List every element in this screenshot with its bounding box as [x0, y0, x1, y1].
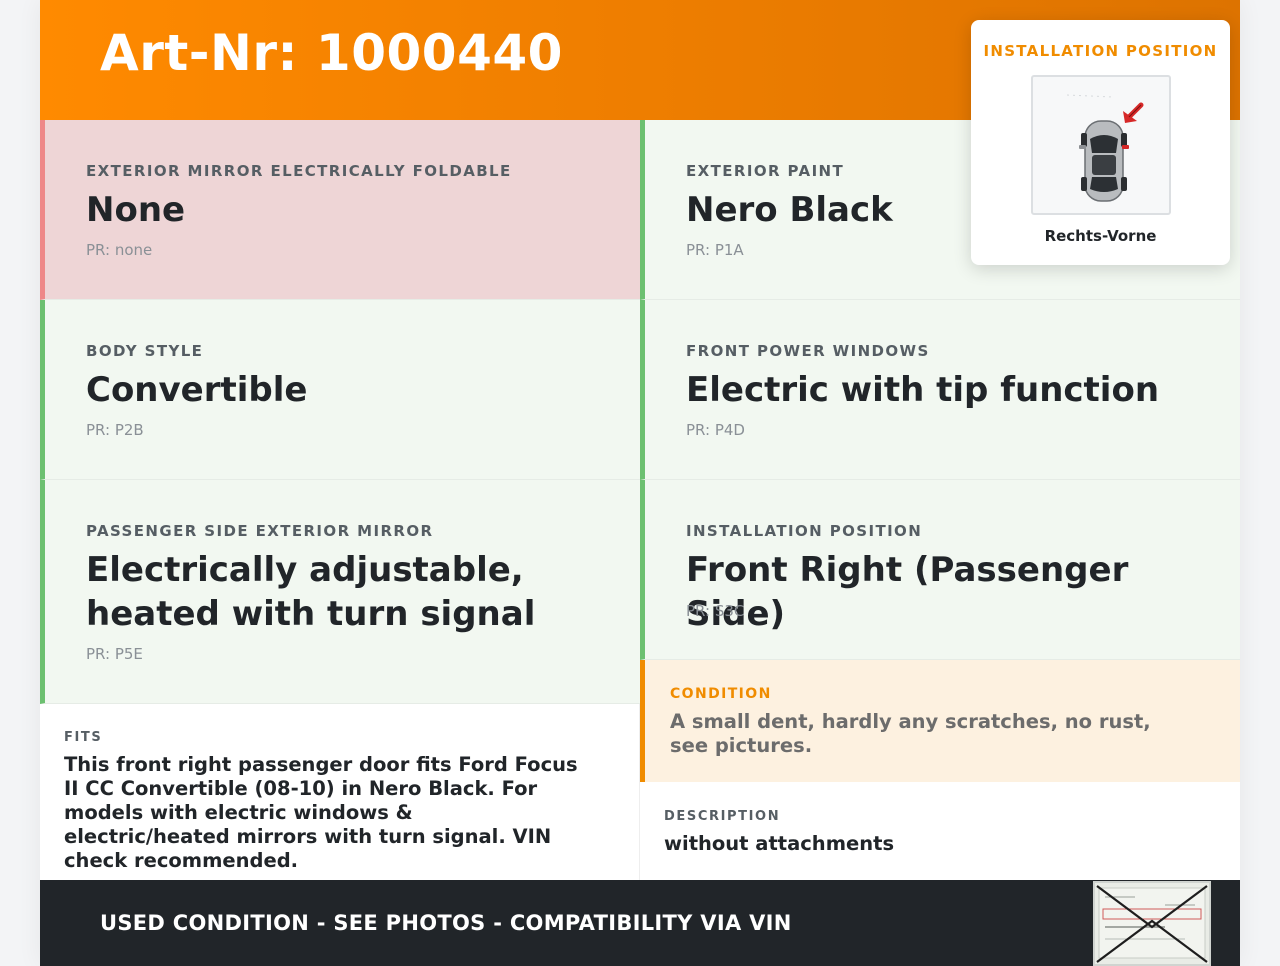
footer-text: USED CONDITION - SEE PHOTOS - COMPATIBIL…: [100, 911, 792, 935]
fits-text: This front right passenger door fits For…: [64, 753, 578, 872]
attribute-front-power-windows: FRONT POWER WINDOWS Electric with tip fu…: [640, 300, 1240, 480]
fits-section: FITS This front right passenger door fit…: [40, 704, 640, 880]
attribute-pr-code: PR: P4D: [686, 421, 745, 439]
description-label: DESCRIPTION: [664, 809, 781, 824]
product-sheet: Art-Nr: 1000440 EXTERIOR MIRROR ELECTRIC…: [40, 0, 1240, 966]
description-section: DESCRIPTION without attachments: [640, 782, 1240, 880]
condition-text: A small dent, hardly any scratches, no r…: [670, 710, 1151, 757]
attribute-pr-code: PR: S3C: [686, 602, 745, 620]
attribute-body-style: BODY STYLE Convertible PR: P2B: [40, 300, 640, 480]
page-title: Art-Nr: 1000440: [100, 24, 563, 82]
attribute-installation-position: INSTALLATION POSITION Front Right (Passe…: [640, 480, 1240, 660]
attribute-label: EXTERIOR PAINT: [686, 162, 845, 180]
condition-section: CONDITION A small dent, hardly any scrat…: [640, 660, 1240, 782]
attribute-value: None: [86, 190, 186, 230]
attribute-value: Convertible: [86, 370, 308, 410]
attribute-label: PASSENGER SIDE EXTERIOR MIRROR: [86, 522, 434, 540]
attribute-pr-code: PR: P2B: [86, 421, 144, 439]
attribute-passenger-mirror: PASSENGER SIDE EXTERIOR MIRROR Electrica…: [40, 480, 640, 704]
document-scan-icon: [1095, 883, 1209, 964]
installation-card-label: INSTALLATION POSITION: [983, 42, 1218, 60]
installation-position-card: INSTALLATION POSITION Rechts-Vorne: [971, 20, 1230, 265]
condition-label: CONDITION: [670, 686, 772, 702]
attribute-label: EXTERIOR MIRROR ELECTRICALLY FOLDABLE: [86, 162, 512, 180]
attribute-pr-code: PR: none: [86, 241, 153, 259]
attribute-pr-code: PR: P5E: [86, 645, 143, 663]
fits-label: FITS: [64, 730, 103, 745]
installation-caption: Rechts-Vorne: [1044, 227, 1157, 245]
attribute-label: INSTALLATION POSITION: [686, 522, 923, 540]
vehicle-document-thumbnail[interactable]: [1093, 881, 1211, 966]
attribute-label: FRONT POWER WINDOWS: [686, 342, 930, 360]
attribute-value: Electric with tip function: [686, 370, 1160, 410]
car-top-view-icon: [1066, 94, 1144, 202]
installation-diagram[interactable]: [1031, 75, 1171, 215]
attribute-pr-code: PR: P1A: [686, 241, 744, 259]
attribute-mirror-foldable: EXTERIOR MIRROR ELECTRICALLY FOLDABLE No…: [40, 120, 640, 300]
attribute-label: BODY STYLE: [86, 342, 204, 360]
attribute-value: Electrically adjustable, heated with tur…: [86, 550, 536, 634]
description-text: without attachments: [664, 832, 895, 855]
attribute-value: Front Right (Passenger Side): [686, 550, 1129, 634]
footer-bar: USED CONDITION - SEE PHOTOS - COMPATIBIL…: [40, 880, 1240, 966]
